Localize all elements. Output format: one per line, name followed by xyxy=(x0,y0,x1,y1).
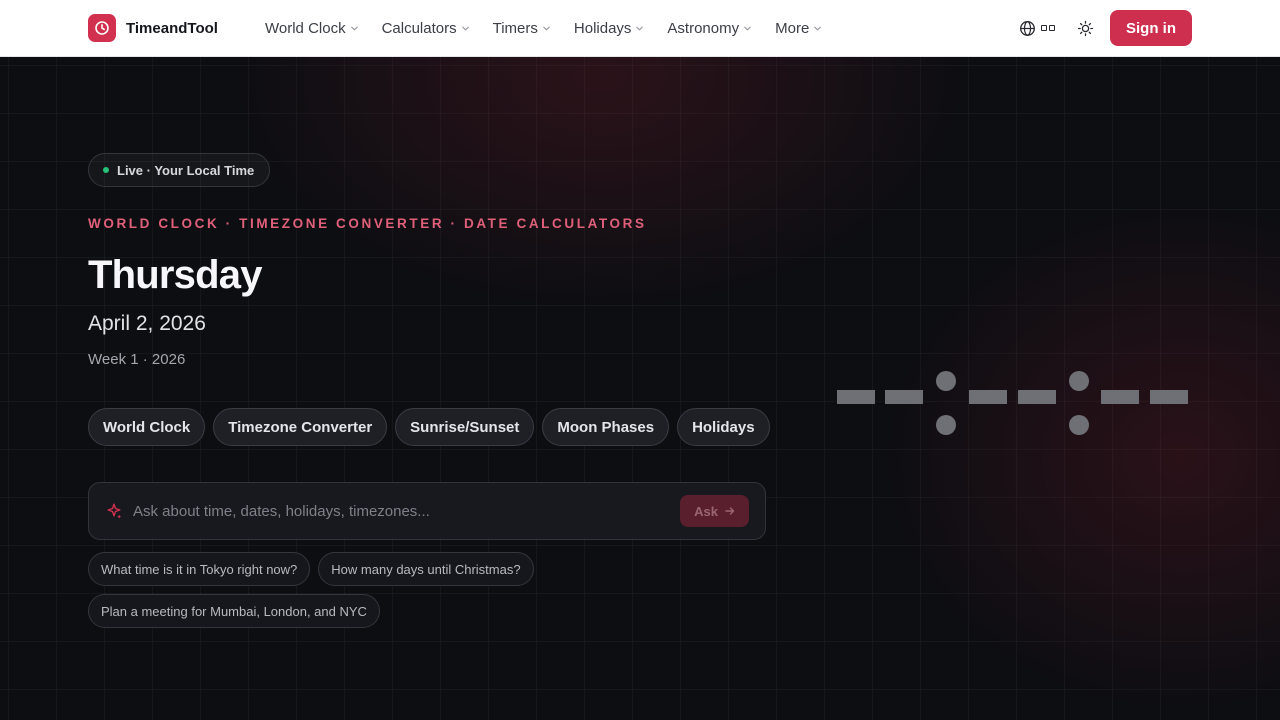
clock-colon-top-2 xyxy=(1069,371,1089,391)
chevron-down-icon xyxy=(813,24,822,33)
nav-actions: Sign in xyxy=(1019,10,1192,46)
nav-holidays[interactable]: Holidays xyxy=(574,20,645,37)
clock-digit-hours-ones xyxy=(885,390,923,404)
week-number: Week 1 · 2026 xyxy=(88,351,186,368)
chevron-down-icon xyxy=(350,24,359,33)
sun-icon[interactable] xyxy=(1077,20,1094,37)
clock-colon-bottom xyxy=(936,415,956,435)
clock-icon xyxy=(88,14,116,42)
live-clock-placeholder xyxy=(837,371,1189,437)
brand-name: TimeandTool xyxy=(126,19,218,37)
nav-world-clock[interactable]: World Clock xyxy=(265,20,359,37)
top-nav: TimeandTool World Clock Calculators Timers… xyxy=(0,0,1280,57)
nav-astronomy[interactable]: Astronomy xyxy=(667,20,752,37)
sign-in-button[interactable]: Sign in xyxy=(1110,10,1192,46)
brand-link[interactable]: TimeandTool xyxy=(88,14,218,42)
nav-item-label: More xyxy=(775,19,810,37)
nav-timers[interactable]: Timers xyxy=(493,20,551,37)
quick-links: World Clock Timezone Converter Sunrise/Sun… xyxy=(88,408,770,446)
current-day: Thursday xyxy=(88,253,262,297)
nav-item-label: Astronomy xyxy=(667,19,740,37)
arrow-right-icon xyxy=(725,506,735,516)
language-code-glyphs xyxy=(1041,25,1055,31)
suggestion-chip[interactable]: What time is it in Tokyo right now? xyxy=(88,552,311,586)
nav-more[interactable]: More xyxy=(775,20,822,37)
nav-item-label: Calculators xyxy=(381,19,457,37)
sparkle-icon xyxy=(105,502,123,520)
ask-button[interactable]: Ask xyxy=(680,495,749,527)
ask-box: Ask xyxy=(88,482,766,540)
ask-input[interactable] xyxy=(133,497,673,525)
chevron-down-icon xyxy=(743,24,752,33)
suggestion-chip[interactable]: How many days until Christmas? xyxy=(318,552,534,586)
suggestion-chip[interactable]: Plan a meeting for Mumbai, London, and N… xyxy=(88,594,380,628)
clock-digit-minutes-ones xyxy=(1018,390,1056,404)
nav-calculators[interactable]: Calculators xyxy=(382,20,470,37)
chevron-down-icon xyxy=(635,24,644,33)
language-selector[interactable] xyxy=(1019,20,1055,37)
chip-holidays[interactable]: Holidays xyxy=(677,408,770,446)
live-badge: Live · Your Local Time xyxy=(88,153,271,187)
live-status-dot xyxy=(103,167,109,173)
hero-section: Live · Your Local Time WORLD CLOCK · TIM… xyxy=(0,57,1280,720)
clock-digit-seconds-tens xyxy=(1101,390,1139,404)
clock-colon-top xyxy=(936,371,956,391)
chevron-down-icon xyxy=(461,24,470,33)
chip-timezone-converter[interactable]: Timezone Converter xyxy=(213,408,388,446)
globe-icon xyxy=(1019,20,1036,37)
ask-button-label: Ask xyxy=(694,503,718,519)
clock-colon-bottom-2 xyxy=(1069,415,1089,435)
chip-moon-phases[interactable]: Moon Phases xyxy=(542,408,670,446)
clock-digit-hours-tens xyxy=(837,390,875,404)
live-label: Live · Your Local Time xyxy=(117,162,255,178)
suggestion-list: What time is it in Tokyo right now? How m… xyxy=(88,552,788,628)
chevron-down-icon xyxy=(542,24,551,33)
main-menu: World Clock Calculators Timers Holidays Astr… xyxy=(265,0,845,56)
nav-item-label: Holidays xyxy=(573,19,632,37)
clock-digit-seconds-ones xyxy=(1150,390,1188,404)
nav-item-label: World Clock xyxy=(265,19,346,37)
chip-sunrise-sunset[interactable]: Sunrise/Sunset xyxy=(395,408,535,446)
current-date: April 2, 2026 xyxy=(88,312,206,335)
chip-world-clock[interactable]: World Clock xyxy=(88,408,206,446)
nav-item-label: Timers xyxy=(492,19,538,37)
hero-eyebrow: WORLD CLOCK · TIMEZONE CONVERTER · DATE … xyxy=(88,216,647,231)
clock-digit-minutes-tens xyxy=(969,390,1007,404)
